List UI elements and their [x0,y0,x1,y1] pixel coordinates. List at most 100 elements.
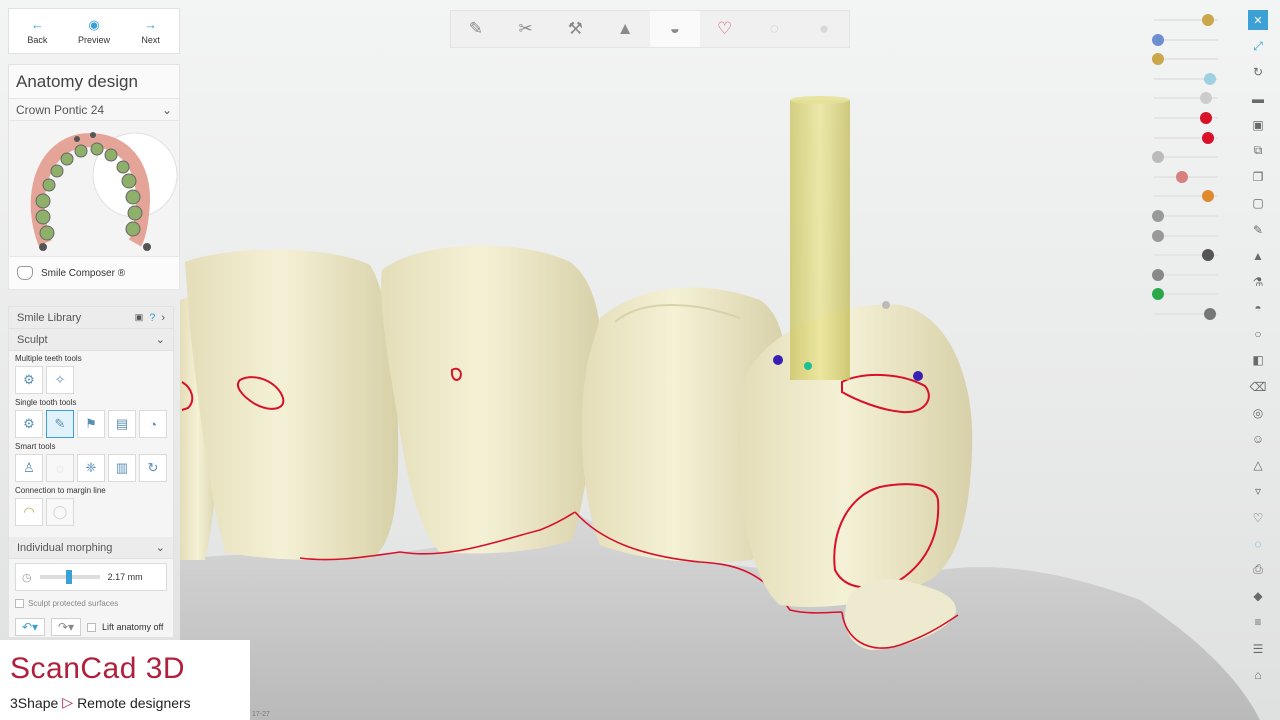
wax-knife-tool-icon[interactable]: ✎ [46,410,74,438]
tooth-dropdown[interactable]: Crown Pontic 24 ⌄ [9,99,179,121]
slider-knob[interactable] [1176,170,1188,183]
scale-tool-icon[interactable]: ▤ [108,410,136,438]
next-button[interactable]: → Next [122,9,179,53]
globe-icon[interactable]: ◎ [1248,403,1268,423]
visibility-slider[interactable] [1150,10,1222,30]
undo-button[interactable]: ↶▾ [15,618,45,636]
chair-icon[interactable]: ⌂ [1248,665,1268,685]
visibility-slider[interactable] [1150,69,1222,89]
visibility-slider[interactable] [1150,206,1222,226]
printer-icon[interactable]: ⎙ [1248,560,1268,580]
sphere-icon[interactable]: ● [799,11,849,47]
cube-icon[interactable]: ▣ [1248,115,1268,135]
cap-icon[interactable]: ▬ [1248,89,1268,109]
cut-tool-icon[interactable]: ◔ [139,410,167,438]
morph-size-value[interactable]: 2.17 mm [108,572,143,582]
visibility-slider[interactable] [1150,226,1222,246]
diamond-icon[interactable]: ◆ [1248,586,1268,606]
face-icon[interactable]: ☺ [1248,429,1268,449]
stamp-icon[interactable]: ▲ [1248,246,1268,266]
crown-pontic-24[interactable] [738,304,973,608]
tools-icon[interactable]: ⚒ [551,11,601,47]
add-remove-tool-icon[interactable]: ⚑ [77,410,105,438]
tooth-3[interactable] [381,245,602,554]
multi-smooth-tool-icon[interactable]: ✧ [46,366,74,394]
visibility-slider[interactable] [1150,167,1222,187]
insertion-direction-cylinder[interactable] [790,100,850,380]
tooth-2[interactable] [185,249,399,560]
copy-icon[interactable]: ❐ [1248,167,1268,187]
slider-knob[interactable] [1202,190,1214,203]
blob-icon[interactable]: ◌ [1248,534,1268,554]
3d-viewport[interactable] [0,0,1280,720]
margin-connect-tool-icon[interactable]: ◠ [15,498,43,526]
slider-knob[interactable] [1200,111,1212,124]
individual-morphing-header[interactable]: Individual morphing ⌄ [9,537,173,559]
lift-anatomy-checkbox[interactable] [87,622,96,632]
smile-composer-button[interactable]: Smile Composer ® [8,256,180,290]
library-icon[interactable]: ▣ [135,312,144,323]
visibility-slider[interactable] [1150,245,1222,265]
bars-icon[interactable]: ☰ [1248,639,1268,659]
cone-icon[interactable]: △ [1248,455,1268,475]
visibility-slider[interactable] [1150,265,1222,285]
crown-icon[interactable]: ◒ [650,11,700,47]
layers-icon[interactable]: ⧉ [1248,141,1268,161]
help-icon[interactable]: ? [149,312,155,324]
bracket-icon[interactable]: ⌫ [1248,377,1268,397]
anatomy-tool-icon[interactable]: ♙ [15,454,43,482]
slider-knob[interactable] [1152,151,1164,164]
margin-snap-tool-icon[interactable]: ◯ [46,498,74,526]
scissors-icon[interactable]: ✂ [501,11,551,47]
smile-library-header[interactable]: Smile Library ▣ ? › [9,307,173,329]
morph-tool-icon[interactable]: ⚙ [15,410,43,438]
visibility-slider[interactable] [1150,186,1222,206]
gum-icon[interactable]: ♡ [700,11,750,47]
slider-knob[interactable] [1204,307,1216,320]
contact-point-right[interactable] [913,371,923,381]
slider-knob[interactable] [1202,131,1214,144]
heart-icon[interactable]: ♡ [1248,508,1268,528]
redo-button[interactable]: ↷▾ [51,618,81,636]
lines-icon[interactable]: ≡ [1248,612,1268,632]
cross-section-icon[interactable]: ◧ [1248,350,1268,370]
slider-knob[interactable] [1152,288,1164,301]
slider-knob[interactable] [65,570,72,584]
pen-icon[interactable]: ✎ [451,11,501,47]
dental-arch-map[interactable] [9,121,179,261]
flask-icon[interactable]: ⚗ [1248,272,1268,292]
close-icon[interactable]: ✕ [1248,10,1268,30]
preview-button[interactable]: ◉ Preview [66,9,123,53]
slider-knob[interactable] [1152,229,1164,242]
visibility-slider[interactable] [1150,30,1222,50]
visibility-slider[interactable] [1150,108,1222,128]
hat-icon[interactable]: ◓ [1248,298,1268,318]
cone-icon[interactable]: ▲ [600,11,650,47]
tooth-icon[interactable]: ○ [1248,324,1268,344]
visibility-slider[interactable] [1150,49,1222,69]
slider-knob[interactable] [1202,249,1214,262]
slider-knob[interactable] [1200,92,1212,105]
visibility-slider[interactable] [1150,147,1222,167]
contact-point-left[interactable] [773,355,783,365]
slider-knob[interactable] [1152,268,1164,281]
brush-icon[interactable]: ✎ [1248,220,1268,240]
frame-icon[interactable]: ▢ [1248,193,1268,213]
rotate-icon[interactable]: ↻ [1248,62,1268,82]
contact-tool-icon[interactable]: ◌ [46,454,74,482]
down-icon[interactable]: ▿ [1248,481,1268,501]
multi-morph-tool-icon[interactable]: ⚙ [15,366,43,394]
slider-knob[interactable] [1152,209,1164,222]
connector-tool-icon[interactable]: ▥ [108,454,136,482]
slider-knob[interactable] [1204,72,1216,85]
visibility-slider[interactable] [1150,284,1222,304]
sculpt-header[interactable]: Sculpt ⌄ [9,329,173,351]
morph-size-slider[interactable] [39,570,100,584]
fit-icon[interactable]: ⤢ [1248,36,1268,56]
slider-knob[interactable] [1152,33,1164,46]
slider-knob[interactable] [1152,53,1164,66]
visibility-slider[interactable] [1150,88,1222,108]
visibility-slider[interactable] [1150,304,1222,324]
tooth-icon[interactable]: ○ [750,11,800,47]
occlusion-tool-icon[interactable]: ❈ [77,454,105,482]
